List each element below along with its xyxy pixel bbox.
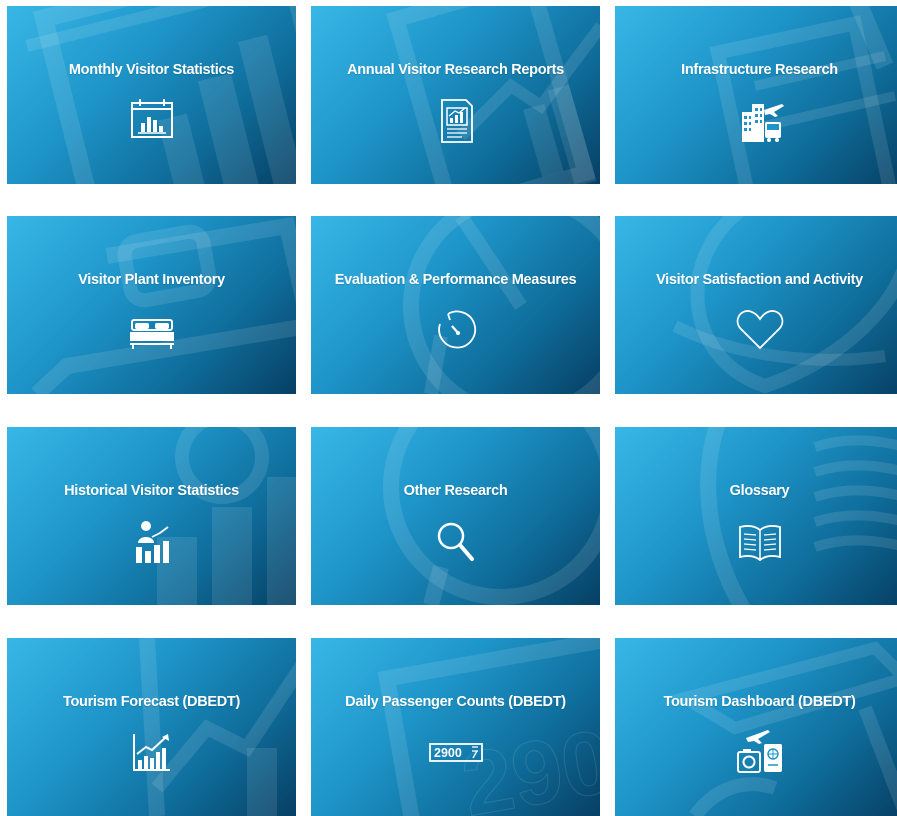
timer-icon bbox=[428, 306, 484, 354]
heart-icon bbox=[732, 306, 788, 354]
tile-title: Historical Visitor Statistics bbox=[64, 483, 239, 499]
tile-glossary[interactable]: Glossary bbox=[615, 427, 897, 605]
tile-evaluation-performance-measures[interactable]: Evaluation & Performance Measures bbox=[311, 216, 600, 394]
counter-value: 2900 bbox=[434, 746, 462, 760]
tile-title: Daily Passenger Counts (DBEDT) bbox=[345, 694, 566, 710]
travel-plane-passport-icon bbox=[732, 728, 788, 776]
background-forecast-graphic bbox=[139, 638, 296, 816]
tile-title: Visitor Satisfaction and Activity bbox=[656, 272, 863, 288]
tile-title: Tourism Forecast (DBEDT) bbox=[62, 694, 241, 710]
open-book-icon bbox=[732, 517, 788, 565]
background-book-graphic bbox=[700, 427, 897, 605]
tile-title: Glossary bbox=[729, 483, 790, 499]
calendar-chart-icon bbox=[124, 96, 180, 144]
tile-daily-passenger-counts[interactable]: 290 Daily Passenger Counts (DBEDT) 2900 bbox=[311, 638, 600, 816]
tile-title: Evaluation & Performance Measures bbox=[334, 272, 577, 288]
background-timer-graphic bbox=[403, 216, 600, 394]
tile-tourism-forecast[interactable]: Tourism Forecast (DBEDT) bbox=[7, 638, 296, 816]
tile-tourism-dashboard[interactable]: Tourism Dashboard (DBEDT) bbox=[615, 638, 897, 816]
tile-title: Monthly Visitor Statistics bbox=[68, 62, 235, 78]
tile-title: Tourism Dashboard (DBEDT) bbox=[663, 694, 856, 710]
tile-other-research[interactable]: Other Research bbox=[311, 427, 600, 605]
bed-icon bbox=[124, 306, 180, 354]
tile-title: Annual Visitor Research Reports bbox=[347, 62, 564, 78]
tile-visitor-plant-inventory[interactable]: Visitor Plant Inventory bbox=[7, 216, 296, 394]
tile-monthly-visitor-statistics[interactable]: Monthly Visitor Statistics bbox=[7, 6, 296, 184]
background-presenter-graphic bbox=[157, 427, 296, 605]
tile-annual-visitor-research-reports[interactable]: Annual Visitor Research Reports bbox=[311, 6, 600, 184]
buildings-plane-bus-icon bbox=[732, 96, 788, 144]
background-chart-graphic bbox=[25, 6, 296, 184]
tile-title: Visitor Plant Inventory bbox=[78, 272, 225, 288]
tile-infrastructure-research[interactable]: Infrastructure Research bbox=[615, 6, 897, 184]
background-magnifier-graphic bbox=[383, 427, 600, 605]
trend-chart-icon bbox=[124, 728, 180, 776]
background-heart-graphic bbox=[672, 216, 897, 394]
tile-title: Infrastructure Research bbox=[681, 62, 838, 78]
report-chart-icon bbox=[428, 96, 484, 144]
tile-title: Other Research bbox=[403, 483, 508, 499]
research-tile-grid: Monthly Visitor Statistics Annual Visito… bbox=[0, 0, 897, 816]
presenter-chart-icon bbox=[124, 517, 180, 565]
background-building-graphic bbox=[709, 6, 897, 184]
background-travel-graphic bbox=[669, 641, 897, 816]
background-document-graphic bbox=[386, 6, 600, 184]
background-counter-graphic: 290 bbox=[377, 638, 600, 816]
counter-icon: 2900 bbox=[428, 728, 484, 776]
tile-visitor-satisfaction-and-activity[interactable]: Visitor Satisfaction and Activity bbox=[615, 216, 897, 394]
magnifier-icon bbox=[428, 517, 484, 565]
background-bed-graphic bbox=[31, 216, 296, 394]
tile-historical-visitor-statistics[interactable]: Historical Visitor Statistics bbox=[7, 427, 296, 605]
